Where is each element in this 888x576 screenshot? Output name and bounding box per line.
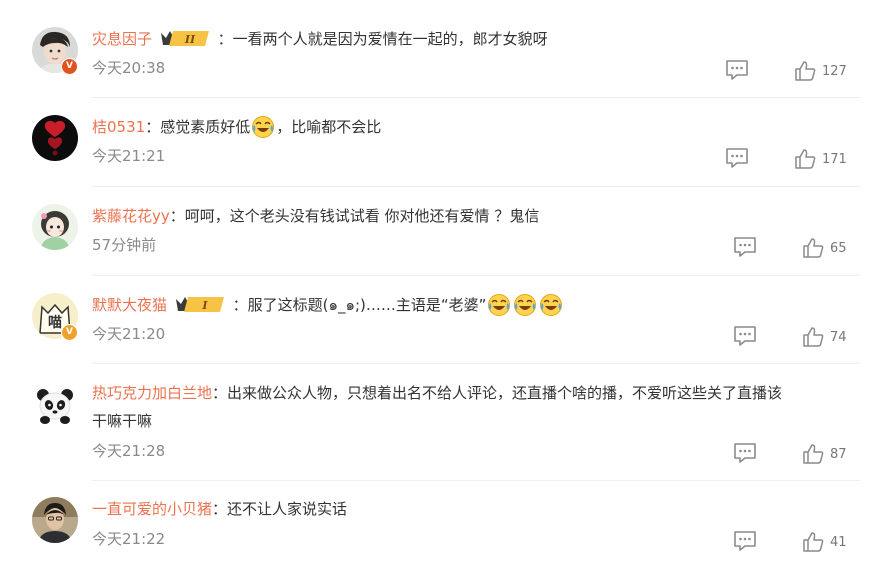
laughing-crying-emoji [513, 293, 537, 317]
comment-body: 干嘛干嘛 [92, 412, 153, 430]
reply-button[interactable] [725, 59, 749, 81]
crown-level-text: I [201, 299, 208, 312]
verified-badge: V [61, 324, 78, 341]
like-button[interactable]: 74 [802, 326, 847, 348]
verified-badge: V [61, 58, 78, 75]
comment-icon [734, 531, 756, 551]
comment-text: 默默大夜猫 I ：服了这标题(๑_๑;)……主语是“老婆” [92, 291, 848, 319]
comment-body: 服了这标题(๑_๑;)……主语是“老婆” [247, 296, 487, 314]
divider [92, 186, 860, 187]
username-link[interactable]: 紫藤花花yy [92, 207, 170, 225]
separator: ： [217, 30, 233, 48]
username-link[interactable]: 灾息因子 [92, 30, 152, 48]
like-button[interactable]: 65 [802, 237, 847, 259]
like-button[interactable]: 127 [794, 60, 847, 82]
comment-icon [734, 443, 756, 463]
thumbs-up-icon [795, 149, 816, 169]
comment-body: ，比喻都不会比 [276, 118, 382, 136]
timestamp: 今天20:38 [92, 59, 166, 77]
thumbs-up-icon [795, 61, 816, 81]
separator: ： [169, 207, 185, 225]
timestamp: 今天21:28 [92, 442, 166, 460]
username-link[interactable]: 一直可爱的小贝猪 [92, 500, 212, 518]
like-button[interactable]: 171 [794, 148, 847, 170]
timestamp: 今天21:20 [92, 325, 166, 343]
comment-text: 紫藤花花yy：呵呵，这个老头没有钱试试看 你对他还有爱情 ？鬼信 [92, 202, 848, 230]
like-count: 87 [830, 446, 847, 462]
like-button[interactable]: 41 [802, 531, 847, 553]
thumbs-up-icon [803, 444, 824, 464]
divider [92, 275, 860, 276]
comment-body: 一看两个人就是因为爱情在一起的，郎才女貌呀 [232, 30, 548, 48]
comment-icon [734, 326, 756, 346]
divider [92, 97, 860, 98]
reply-button[interactable] [733, 325, 757, 347]
comment-body: 出来做公众人物，只想着出名不给人评论，还直播个啥的播，不爱听这些关了直播该 [227, 384, 783, 402]
username-link[interactable]: 默默大夜猫 [92, 296, 167, 314]
comment-text: 一直可爱的小贝猪：还不让人家说实话 [92, 495, 848, 523]
comment-body: 呵呵，这个老头没有钱试试看 你对他还有爱情 ？鬼信 [184, 207, 540, 225]
divider [92, 480, 860, 481]
username-link[interactable]: 热巧克力加白兰地 [92, 384, 212, 402]
comment-text: 桔0531：感觉素质好低 ，比喻都不会比 [92, 113, 848, 141]
comment-body: 还不让人家说实话 [227, 500, 348, 518]
separator: ： [212, 384, 228, 402]
reply-button[interactable] [733, 442, 757, 464]
like-count: 41 [830, 534, 847, 550]
vip-crown-badge[interactable]: II [159, 27, 211, 49]
username-link[interactable]: 桔0531 [92, 118, 145, 136]
laughing-crying-emoji [487, 293, 511, 317]
timestamp: 今天21:22 [92, 530, 166, 548]
avatar[interactable] [32, 497, 78, 543]
laughing-crying-emoji [251, 115, 275, 139]
separator: ： [212, 500, 228, 518]
thumbs-up-icon [803, 532, 824, 552]
reply-button[interactable] [733, 530, 757, 552]
reply-button[interactable] [733, 236, 757, 258]
comment-body: 感觉素质好低 [160, 118, 251, 136]
vip-crown-badge[interactable]: I [174, 293, 226, 315]
avatar[interactable] [32, 382, 78, 428]
comment-icon [726, 148, 748, 168]
comment-text: 热巧克力加白兰地：出来做公众人物，只想着出名不给人评论，还直播个啥的播，不爱听这… [92, 379, 848, 435]
timestamp: 今天21:21 [92, 147, 166, 165]
comment-icon [734, 237, 756, 257]
thumbs-up-icon [803, 238, 824, 258]
comment-text: 灾息因子 II ：一看两个人就是因为爱情在一起的，郎才女貌呀 [92, 25, 848, 53]
laughing-crying-emoji [539, 293, 563, 317]
divider [92, 363, 860, 364]
avatar[interactable] [32, 204, 78, 250]
separator: ： [232, 296, 248, 314]
like-count: 127 [822, 63, 847, 79]
thumbs-up-icon [803, 327, 824, 347]
like-button[interactable]: 87 [802, 443, 847, 465]
reply-button[interactable] [725, 147, 749, 169]
like-count: 74 [830, 329, 847, 345]
crown-level-text: II [184, 33, 196, 46]
comment-icon [726, 60, 748, 80]
like-count: 171 [822, 151, 847, 167]
avatar[interactable] [32, 115, 78, 161]
separator: ： [145, 118, 161, 136]
svg-text:喵: 喵 [48, 315, 62, 331]
like-count: 65 [830, 240, 847, 256]
timestamp: 57分钟前 [92, 236, 157, 254]
